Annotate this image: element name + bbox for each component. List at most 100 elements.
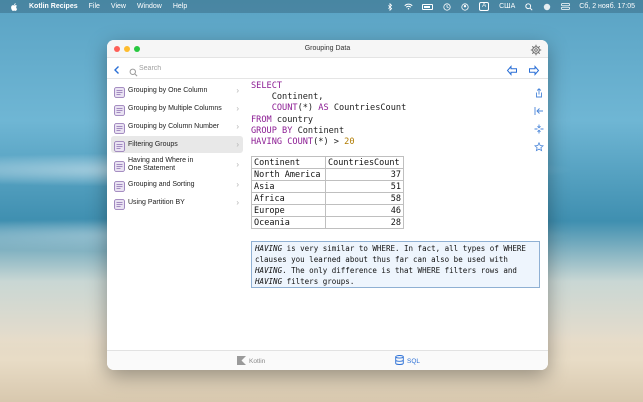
input-source-label[interactable]: США (499, 3, 515, 10)
gear-icon[interactable] (530, 43, 542, 56)
battery-icon[interactable] (422, 3, 434, 10)
menu-help[interactable]: Help (173, 3, 187, 10)
sql-recipe-icon (114, 121, 125, 134)
tab-kotlin[interactable]: Kotlin (237, 355, 265, 367)
sql-keyword: FROM (251, 114, 272, 125)
star-icon[interactable] (533, 139, 545, 152)
input-source-badge[interactable]: A (479, 2, 490, 11)
action-column (533, 80, 548, 200)
search-bar (125, 62, 505, 77)
sidebar-item-grouping-and-sorting[interactable]: Grouping and Sorting › (111, 176, 243, 193)
user-icon[interactable] (461, 3, 469, 11)
collapse-left-icon[interactable] (534, 103, 544, 115)
column-header: Continent (251, 156, 326, 169)
note-emphasis: HAVING (255, 266, 283, 275)
table-row: Asia 51 (251, 180, 404, 193)
sidebar-item-grouping-column-number[interactable]: Grouping by Column Number › (111, 118, 243, 135)
bluetooth-icon[interactable] (386, 2, 394, 12)
sidebar-item-label: Using Partition BY (128, 198, 185, 206)
sidebar-item-grouping-one-column[interactable]: Grouping by One Column › (111, 82, 243, 99)
siri-icon[interactable] (543, 3, 551, 11)
sql-text: country (271, 114, 314, 125)
tab-sql[interactable]: SQL (395, 355, 420, 367)
chevron-right-icon: › (236, 140, 239, 149)
sidebar-item-grouping-multiple-columns[interactable]: Grouping by Multiple Columns › (111, 100, 243, 117)
table-row: Europe 46 (251, 204, 404, 217)
wifi-icon[interactable] (404, 3, 413, 10)
table-cell: Oceania (251, 216, 326, 229)
chevron-right-icon: › (236, 198, 239, 207)
table-cell: North America (251, 168, 326, 181)
recipe-content: SELECT Continent, COUNT(*) AS CountriesC… (248, 80, 540, 350)
tab-label: Kotlin (249, 357, 266, 365)
table-cell: Asia (251, 180, 326, 193)
sql-recipe-icon (114, 139, 125, 152)
chevron-right-icon: › (236, 180, 239, 189)
table-header-row: Continent CountriesCount (251, 156, 404, 169)
sidebar-item-having-and-where[interactable]: Having and Where in One Statement › (111, 154, 243, 175)
back-chevron-icon[interactable] (111, 63, 123, 75)
database-icon (395, 355, 404, 367)
sql-keyword: COUNT (271, 103, 298, 114)
sql-text: (*) (297, 103, 319, 114)
note-emphasis: HAVING (255, 277, 283, 286)
apple-icon[interactable] (10, 3, 18, 11)
sidebar: Grouping by One Column › Grouping by Mul… (107, 80, 244, 350)
sql-recipe-icon (114, 179, 125, 192)
chevron-right-icon: › (236, 160, 239, 169)
sql-keyword: SELECT (251, 81, 283, 91)
menu-window[interactable]: Window (137, 3, 162, 10)
sidebar-item-label: Having and Where in One Statement (128, 156, 194, 172)
spotlight-search-icon[interactable] (525, 3, 533, 11)
control-center-icon[interactable] (561, 3, 571, 10)
menu-bar: Kotlin Recipes File View Window Help A С… (0, 0, 643, 13)
sql-keyword: HAVING (251, 137, 283, 148)
table-cell: 28 (325, 216, 404, 229)
table-cell: Europe (251, 204, 326, 217)
sql-keyword: GROUP BY (251, 125, 293, 136)
menu-clock[interactable]: Сб, 2 нояб. 17:05 (579, 3, 635, 10)
sql-number: 20 (344, 137, 355, 148)
table-row: Africa 58 (251, 192, 404, 205)
sql-code-block: SELECT Continent, COUNT(*) AS CountriesC… (251, 81, 406, 148)
app-window: Grouping Data Grouping by One Column › (107, 40, 548, 370)
sidebar-item-label: Grouping by Column Number (128, 122, 220, 130)
chevron-right-icon: › (236, 86, 239, 95)
search-icon (129, 64, 138, 77)
sql-recipe-icon (114, 197, 125, 210)
menu-app-name[interactable]: Kotlin Recipes (29, 3, 78, 10)
sidebar-item-label: Grouping by Multiple Columns (128, 104, 222, 112)
next-recipe-icon[interactable] (528, 63, 540, 76)
sidebar-item-label: Grouping and Sorting (128, 180, 195, 188)
sql-recipe-icon (114, 103, 125, 116)
previous-recipe-icon[interactable] (506, 63, 518, 76)
share-icon[interactable] (534, 85, 544, 98)
kotlin-logo-icon (237, 355, 246, 367)
sql-text: (*) > (313, 137, 345, 148)
sql-keyword: AS (318, 103, 329, 114)
search-input[interactable] (139, 62, 499, 75)
compress-icon[interactable] (534, 121, 544, 134)
note-text: filters groups. (282, 277, 355, 286)
chevron-right-icon: › (236, 104, 239, 113)
table-cell: Africa (251, 192, 326, 205)
sql-recipe-icon (114, 159, 125, 172)
sql-keyword: COUNT (287, 137, 314, 148)
table-cell: 58 (325, 192, 404, 205)
tab-label: SQL (407, 357, 421, 365)
result-table: Continent CountriesCount North America 3… (251, 156, 404, 229)
time-machine-icon[interactable] (443, 3, 451, 11)
chevron-right-icon: › (236, 122, 239, 131)
table-cell: 46 (325, 204, 404, 217)
table-cell: 51 (325, 180, 404, 193)
sidebar-item-filtering-groups[interactable]: Filtering Groups › (111, 136, 243, 153)
window-title: Grouping Data (304, 45, 351, 52)
explanation-note: HAVING is very similar to WHERE. In fact… (251, 241, 540, 288)
sql-recipe-icon (114, 85, 125, 98)
menu-file[interactable]: File (89, 3, 100, 10)
menu-view[interactable]: View (111, 3, 126, 10)
sql-text: Continent (292, 125, 345, 136)
table-row: Oceania 28 (251, 216, 404, 229)
title-bar: Grouping Data (107, 40, 548, 58)
sidebar-item-partition-by[interactable]: Using Partition BY › (111, 194, 243, 211)
